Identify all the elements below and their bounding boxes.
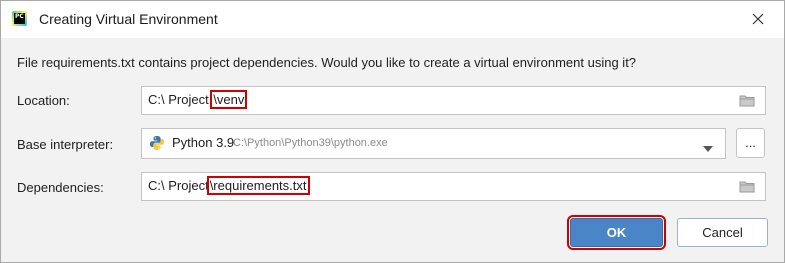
dialog-message: File requirements.txt contains project d… xyxy=(17,55,637,70)
dependencies-value: C:\ Project\requirements.txt xyxy=(148,176,310,195)
dependencies-browse-button[interactable] xyxy=(739,180,756,196)
base-interpreter-label: Base interpreter: xyxy=(17,137,114,152)
dependencies-highlight: \requirements.txt xyxy=(206,176,310,195)
location-browse-button[interactable] xyxy=(739,94,756,110)
chevron-down-icon xyxy=(703,140,713,155)
folder-icon xyxy=(739,181,755,193)
interpreter-path: C:\Python\Python39\python.exe xyxy=(233,137,388,149)
app-icon-text: PC xyxy=(14,13,25,24)
close-button[interactable] xyxy=(748,9,768,29)
base-interpreter-select[interactable]: Python 3.9 C:\Python\Python39\python.exe xyxy=(141,128,726,159)
python-icon xyxy=(149,135,165,154)
create-venv-dialog: PC Creating Virtual Environment File req… xyxy=(0,0,785,263)
location-field[interactable]: C:\ Project \venv xyxy=(141,86,766,115)
location-prefix: C:\ Project xyxy=(148,92,209,107)
close-icon xyxy=(752,13,764,25)
dependencies-label: Dependencies: xyxy=(17,180,104,195)
dependencies-field[interactable]: C:\ Project\requirements.txt xyxy=(141,172,766,201)
pycharm-app-icon: PC xyxy=(12,11,27,26)
window-title: Creating Virtual Environment xyxy=(39,11,218,27)
location-value: C:\ Project \venv xyxy=(148,90,248,109)
dependencies-prefix: C:\ Project xyxy=(148,178,209,193)
title-bar: PC Creating Virtual Environment xyxy=(1,1,784,38)
cancel-button[interactable]: Cancel xyxy=(677,218,768,247)
interpreter-version: Python 3.9 xyxy=(172,135,235,150)
location-label: Location: xyxy=(17,93,70,108)
browse-interpreter-button[interactable]: ... xyxy=(736,128,765,158)
location-highlight: \venv xyxy=(210,90,248,109)
ok-button[interactable]: OK xyxy=(567,215,666,250)
folder-icon xyxy=(739,95,755,107)
